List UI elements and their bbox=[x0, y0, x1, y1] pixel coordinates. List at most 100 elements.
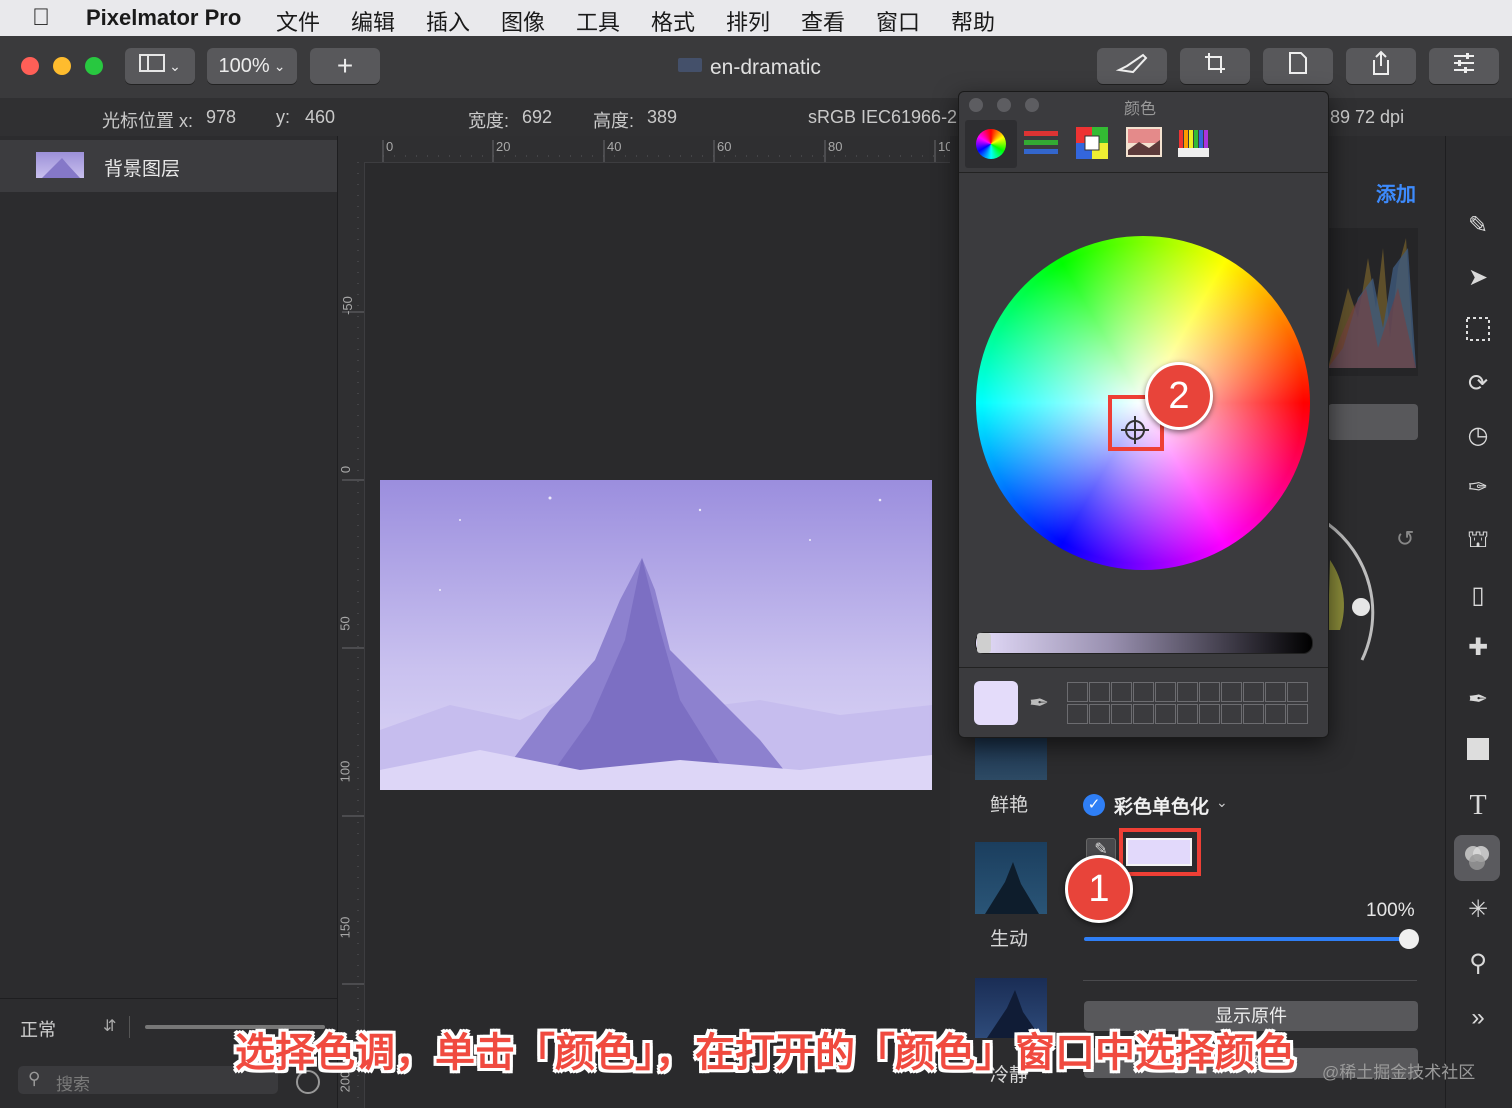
preset-thumbnail[interactable] bbox=[975, 842, 1047, 914]
rectangle-select-icon[interactable] bbox=[1462, 316, 1494, 348]
close-window-button[interactable] bbox=[969, 98, 983, 112]
watermark: @稀土掘金技术社区 bbox=[1322, 1063, 1476, 1082]
share-button[interactable] bbox=[1346, 48, 1416, 84]
slider-knob[interactable] bbox=[1399, 929, 1419, 949]
shape-icon[interactable] bbox=[1462, 736, 1494, 768]
menu-view[interactable]: 查看 bbox=[801, 5, 845, 37]
swatch-cell[interactable] bbox=[1243, 704, 1264, 724]
minimize-window-button[interactable] bbox=[997, 98, 1011, 112]
menu-insert[interactable]: 插入 bbox=[426, 5, 470, 37]
ruler-tick-label: 20 bbox=[496, 139, 511, 154]
menu-window[interactable]: 窗口 bbox=[876, 5, 920, 37]
swatch-cell[interactable] bbox=[1089, 704, 1110, 724]
blend-mode-select[interactable]: 正常 bbox=[20, 1016, 56, 1042]
tab-palettes[interactable] bbox=[1075, 126, 1109, 165]
swatch-cell[interactable] bbox=[1067, 682, 1088, 702]
tool-options-button[interactable] bbox=[1429, 48, 1499, 84]
paint-brush-tool-button[interactable] bbox=[1097, 48, 1167, 84]
quick-select-icon[interactable]: ◷ bbox=[1462, 420, 1494, 452]
menu-file[interactable]: 文件 bbox=[276, 5, 320, 37]
lasso-icon[interactable]: ⟳ bbox=[1462, 368, 1494, 400]
zoom-window-button[interactable] bbox=[85, 57, 103, 75]
swatch-cell[interactable] bbox=[1221, 704, 1242, 724]
swatch-cell[interactable] bbox=[1089, 682, 1110, 702]
crop-button[interactable] bbox=[1180, 48, 1250, 84]
custom-swatches[interactable] bbox=[1067, 682, 1308, 726]
arrange-tool-icon[interactable]: ➤ bbox=[1462, 262, 1494, 294]
effects-icon[interactable]: ✳ bbox=[1462, 894, 1494, 926]
brightness-slider[interactable] bbox=[975, 632, 1313, 654]
format-button[interactable] bbox=[1263, 48, 1333, 84]
swatch-cell[interactable] bbox=[1265, 682, 1286, 702]
menu-tools[interactable]: 工具 bbox=[576, 5, 620, 37]
current-color-well[interactable] bbox=[974, 681, 1018, 725]
close-window-button[interactable] bbox=[21, 57, 39, 75]
layers-sidebar: 背景图层 正常 ⇵ ⚲ 搜索 bbox=[0, 136, 338, 1108]
more-tools-icon[interactable]: » bbox=[1462, 1002, 1494, 1034]
canvas-image[interactable] bbox=[380, 480, 932, 790]
paint-brush-icon[interactable]: ✑ bbox=[1462, 472, 1494, 504]
intensity-slider[interactable] bbox=[1084, 937, 1410, 941]
ruler-tick-label: 150 bbox=[337, 916, 353, 939]
crosshair-icon[interactable] bbox=[1119, 414, 1151, 446]
type-icon[interactable]: T bbox=[1462, 790, 1494, 822]
slider-knob[interactable] bbox=[977, 633, 991, 653]
swatch-cell[interactable] bbox=[1155, 704, 1176, 724]
swatch-cell[interactable] bbox=[1199, 704, 1220, 724]
zoom-icon[interactable]: ⚲ bbox=[1462, 948, 1494, 980]
zoom-level-select[interactable]: 100% ⌄ bbox=[207, 48, 297, 84]
style-tool-icon[interactable]: ✎ bbox=[1462, 210, 1494, 242]
tab-color-wheel[interactable] bbox=[965, 120, 1017, 168]
swatch-cell[interactable] bbox=[1265, 704, 1286, 724]
swatch-cell[interactable] bbox=[1067, 704, 1088, 724]
minimize-window-button[interactable] bbox=[53, 57, 71, 75]
colorize-label[interactable]: 彩色单色化 bbox=[1114, 792, 1209, 819]
pen-icon[interactable]: ✒ bbox=[1462, 684, 1494, 716]
swatch-cell[interactable] bbox=[1221, 682, 1242, 702]
tab-sliders[interactable] bbox=[1023, 128, 1059, 163]
menu-edit[interactable]: 编辑 bbox=[351, 5, 395, 37]
menu-format[interactable]: 格式 bbox=[651, 5, 695, 37]
eraser-icon[interactable]: ▯ bbox=[1462, 580, 1494, 612]
swatch-cell[interactable] bbox=[1199, 682, 1220, 702]
color-adjust-tool-button[interactable] bbox=[1454, 835, 1500, 881]
add-adjustment-button[interactable]: 添加 bbox=[1376, 178, 1416, 207]
menu-arrange[interactable]: 排列 bbox=[726, 5, 770, 37]
swatch-cell[interactable] bbox=[1133, 682, 1154, 702]
app-name-menu[interactable]: Pixelmator Pro bbox=[86, 5, 241, 31]
paint-bucket-icon[interactable]: ⛫ bbox=[1462, 524, 1494, 556]
layer-row[interactable]: 背景图层 bbox=[0, 140, 337, 192]
window-toolbar: ⌄ 100% ⌄ + en-dramatic bbox=[0, 36, 1512, 99]
swatch-cell[interactable] bbox=[1177, 704, 1198, 724]
color-ring-partial[interactable] bbox=[1326, 520, 1376, 700]
divider bbox=[959, 667, 1328, 668]
reset-icon[interactable]: ↺ bbox=[1396, 526, 1414, 552]
repair-icon[interactable]: ✚ bbox=[1462, 632, 1494, 664]
preset-label: 鲜艳 bbox=[990, 795, 1029, 816]
ruler-tick-label: 50 bbox=[337, 616, 353, 631]
menu-help[interactable]: 帮助 bbox=[951, 5, 995, 37]
colorize-color-well[interactable] bbox=[1126, 838, 1192, 866]
zoom-window-button[interactable] bbox=[1025, 98, 1039, 112]
color-profile: sRGB IEC61966-2 bbox=[808, 107, 958, 127]
eyedropper-icon[interactable]: ✒ bbox=[1029, 689, 1049, 718]
apple-icon[interactable]:  bbox=[32, 4, 50, 32]
swatch-cell[interactable] bbox=[1155, 682, 1176, 702]
swatch-cell[interactable] bbox=[1133, 704, 1154, 724]
menu-image[interactable]: 图像 bbox=[501, 5, 545, 37]
swatch-cell[interactable] bbox=[1287, 704, 1308, 724]
colorize-checkbox[interactable]: ✓ bbox=[1083, 794, 1105, 816]
tab-image-palettes[interactable] bbox=[1125, 126, 1163, 163]
add-button[interactable]: + bbox=[310, 48, 380, 84]
swatch-cell[interactable] bbox=[1111, 704, 1132, 724]
auto-button[interactable] bbox=[1328, 404, 1418, 440]
tab-pencils[interactable] bbox=[1177, 124, 1211, 163]
height-label: 高度: bbox=[593, 111, 635, 131]
swatch-cell[interactable] bbox=[1287, 682, 1308, 702]
search-icon: ⚲ bbox=[28, 1069, 41, 1088]
swatch-cell[interactable] bbox=[1177, 682, 1198, 702]
preset-thumbnail[interactable] bbox=[975, 736, 1047, 780]
swatch-cell[interactable] bbox=[1243, 682, 1264, 702]
swatch-cell[interactable] bbox=[1111, 682, 1132, 702]
sidebar-toggle-button[interactable]: ⌄ bbox=[125, 48, 195, 84]
